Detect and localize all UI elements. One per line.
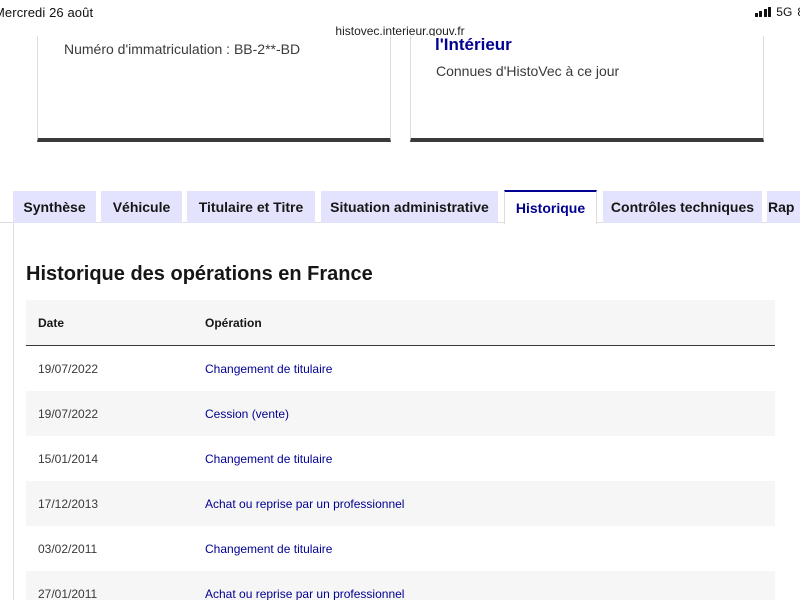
row-operation[interactable]: Achat ou reprise par un professionnel	[205, 497, 404, 511]
table-header: Date Opération	[26, 300, 775, 346]
row-date: 27/01/2011	[38, 587, 98, 600]
column-header-operation: Opération	[205, 316, 262, 330]
row-date: 03/02/2011	[38, 542, 98, 556]
status-bar: Mercredi 26 août 5G 8	[0, 0, 800, 22]
tab-controles-techniques[interactable]: Contrôles techniques	[603, 191, 762, 223]
row-date: 19/07/2022	[38, 362, 99, 376]
registration-card: Numéro d'immatriculation : BB-2**-BD	[37, 36, 391, 142]
tab-synthese[interactable]: Synthèse	[13, 191, 96, 223]
table-row: 27/01/2011 Achat ou reprise par un profe…	[26, 571, 775, 600]
table-row: 03/02/2011 Changement de titulaire	[26, 526, 775, 571]
row-date: 17/12/2013	[38, 497, 99, 511]
row-operation[interactable]: Changement de titulaire	[205, 542, 332, 556]
table-row: 15/01/2014 Changement de titulaire	[26, 436, 775, 481]
row-date: 19/07/2022	[38, 407, 99, 421]
status-indicators: 5G 8	[754, 5, 800, 19]
info-card: l'Intérieur Connues d'HistoVec à ce jour	[410, 35, 764, 142]
tab-rapport[interactable]: Rap	[767, 191, 800, 223]
tab-titulaire-et-titre[interactable]: Titulaire et Titre	[187, 191, 315, 223]
history-table: Date Opération 19/07/2022 Changement de …	[26, 300, 775, 600]
tab-bar: Synthèse Véhicule Titulaire et Titre Sit…	[0, 190, 800, 224]
row-operation[interactable]: Changement de titulaire	[205, 452, 332, 466]
table-row: 19/07/2022 Cession (vente)	[26, 391, 775, 436]
registration-number: Numéro d'immatriculation : BB-2**-BD	[64, 41, 301, 57]
row-operation[interactable]: Achat ou reprise par un professionnel	[205, 587, 404, 600]
info-card-title: l'Intérieur	[435, 35, 512, 54]
section-title: Historique des opérations en France	[26, 263, 373, 285]
info-card-subtitle: Connues d'HistoVec à ce jour	[436, 63, 620, 79]
network-type: 5G	[776, 5, 793, 19]
row-date: 15/01/2014	[38, 452, 99, 466]
status-date: Mercredi 26 août	[0, 5, 94, 20]
cellular-signal-icon	[754, 7, 772, 17]
tab-situation-administrative[interactable]: Situation administrative	[321, 191, 498, 223]
table-row: 19/07/2022 Changement de titulaire	[26, 346, 775, 391]
row-operation[interactable]: Cession (vente)	[205, 407, 289, 421]
table-row: 17/12/2013 Achat ou reprise par un profe…	[26, 481, 775, 526]
row-operation[interactable]: Changement de titulaire	[205, 362, 332, 376]
column-header-date: Date	[38, 316, 65, 330]
tab-historique[interactable]: Historique	[504, 190, 597, 224]
tab-vehicule[interactable]: Véhicule	[101, 191, 182, 223]
